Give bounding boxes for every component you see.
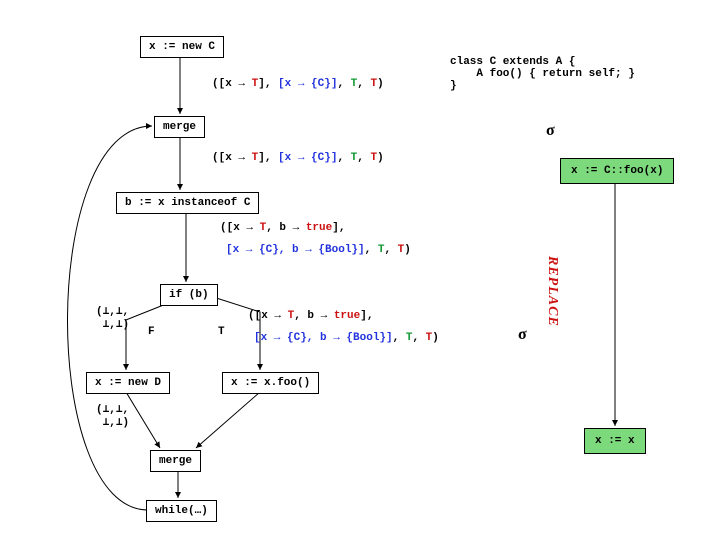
label: merge	[159, 455, 192, 467]
label: x := x	[595, 435, 635, 447]
bot-tuple-left: (⊥,⊥, ⊥,⊥)	[96, 306, 129, 332]
node-if-b: if (b)	[160, 284, 218, 306]
node-x-new-c: x := new C	[140, 36, 224, 58]
branch-f-label: F	[148, 326, 155, 338]
bot-tuple-bottom: (⊥,⊥, ⊥,⊥)	[96, 404, 129, 430]
node-x-foo: x := x.foo()	[222, 372, 319, 394]
state-after-instanceof-l2: [x → {C}, b → {Bool}], T, T)	[226, 244, 411, 256]
state-true-branch-l1: ([x → T, b → true],	[248, 310, 373, 322]
state-true-branch-l2: [x → {C}, b → {Bool}], T, T)	[254, 332, 439, 344]
node-x-new-d: x := new D	[86, 372, 170, 394]
branch-t-label: T	[218, 326, 225, 338]
label: while(…)	[155, 505, 208, 517]
node-merge-1: merge	[154, 116, 205, 138]
green-c-foo: x := C::foo(x)	[560, 158, 674, 184]
label: x := new C	[149, 41, 215, 53]
node-b-instanceof: b := x instanceof C	[116, 192, 259, 214]
sigma-mid: σ	[518, 326, 527, 344]
label: x := x.foo()	[231, 377, 310, 389]
replace-label: REPLACE	[544, 256, 560, 327]
state-after-instanceof-l1: ([x → T, b → true],	[220, 222, 345, 234]
node-while: while(…)	[146, 500, 217, 522]
label: x := C::foo(x)	[571, 165, 663, 177]
label: b := x instanceof C	[125, 197, 250, 209]
green-x-assign-x: x := x	[584, 428, 646, 454]
node-merge-2: merge	[150, 450, 201, 472]
label: merge	[163, 121, 196, 133]
label: x := new D	[95, 377, 161, 389]
sigma-top: σ	[546, 122, 555, 140]
state-after-merge-1: ([x → T], [x → {C}], T, T)	[212, 152, 384, 164]
class-c-code: class C extends A { A foo() { return sel…	[450, 56, 635, 92]
state-after-new-c: ([x → T], [x → {C}], T, T)	[212, 78, 384, 90]
label: if (b)	[169, 289, 209, 301]
